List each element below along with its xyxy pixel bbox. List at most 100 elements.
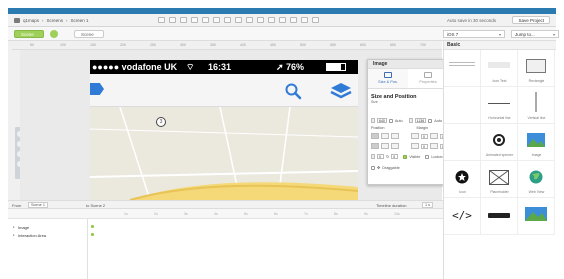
keyframe-marker[interactable]	[91, 233, 94, 236]
width-input[interactable]: 640	[377, 118, 387, 123]
app-window: q1maps › Screens › Screen 1 Auto save in…	[0, 0, 564, 279]
locked-checkbox[interactable]	[425, 154, 430, 159]
widget-blank[interactable]	[444, 124, 481, 161]
height-input[interactable]: 1136	[414, 118, 427, 123]
position-margin-labels: Position Margin	[371, 126, 428, 130]
library-title: Basic	[444, 41, 556, 50]
code-icon: </>	[452, 209, 472, 222]
scene-tab-other[interactable]: Scene 3	[74, 30, 104, 45]
properties-icon	[424, 72, 432, 78]
breadcrumb-item-screens[interactable]: Screens	[47, 18, 64, 23]
bring-front-icon[interactable]	[279, 17, 286, 23]
add-scene-button[interactable]	[50, 30, 58, 38]
align-top-icon[interactable]	[213, 17, 220, 23]
tab-properties[interactable]: Properties	[408, 69, 448, 88]
widget-icon[interactable]: Icon	[444, 161, 481, 198]
timeline-ruler: 1s 2s 3s 4s 5s 6s 7s 8s 9s 10s	[8, 209, 443, 219]
x-input[interactable]: 0	[377, 154, 384, 159]
jump-to-select[interactable]: Jump to... ▾	[511, 30, 559, 38]
align-right-button[interactable]	[391, 133, 399, 139]
map-marker-icon[interactable]: 3	[156, 117, 166, 127]
wifi-icon: ⌔	[186, 62, 195, 72]
widget-placeholder[interactable]: Placeholder	[481, 161, 518, 198]
widget-image-alt[interactable]	[518, 198, 555, 235]
visible-checkbox[interactable]	[403, 154, 408, 159]
size-position-icon	[384, 72, 392, 78]
keyframe-marker[interactable]	[91, 225, 94, 228]
search-icon[interactable]	[284, 82, 302, 100]
redo-icon[interactable]	[169, 17, 176, 23]
horizontal-line-icon	[488, 103, 510, 104]
toolbar-icons	[158, 17, 319, 23]
ruler-tick: 400	[240, 43, 246, 47]
margin-top-input[interactable]: 0	[421, 133, 428, 139]
widget-text[interactable]	[444, 50, 481, 87]
duration-input[interactable]: 1 s	[422, 202, 434, 208]
undo-icon[interactable]	[158, 17, 165, 23]
scene-tab-active[interactable]: Scene 2	[14, 30, 44, 45]
send-back-icon[interactable]	[290, 17, 297, 23]
ungroup-icon[interactable]	[268, 17, 275, 23]
align-left-button[interactable]	[371, 133, 379, 139]
widget-label: Rectangle	[528, 79, 545, 83]
from-scene-select[interactable]: Scene 1	[28, 202, 48, 208]
align-left-icon[interactable]	[180, 17, 187, 23]
draggable-checkbox[interactable]	[371, 165, 375, 170]
side-menu-tab-icon[interactable]	[90, 83, 104, 95]
align-bottom-icon[interactable]	[235, 17, 242, 23]
widget-horizontal-line[interactable]: Horizontal line	[481, 87, 518, 124]
widget-label: Horizontal line	[488, 116, 511, 120]
align-center-button[interactable]	[381, 133, 389, 139]
transform-row: 0 ↻ 0 Visible Locked	[371, 154, 444, 159]
align-center-icon[interactable]	[191, 17, 198, 23]
map-view[interactable]	[90, 107, 358, 200]
alignment-row-top: 0 0	[371, 133, 447, 139]
widget-code[interactable]: </>	[444, 198, 481, 235]
device-select[interactable]: iOS 7 ▾	[443, 30, 505, 38]
preview-icon[interactable]	[301, 17, 308, 23]
tab-size-position[interactable]: Size & Pos.	[368, 69, 408, 88]
breadcrumb-item-project[interactable]: q1maps	[23, 18, 39, 23]
layers-icon[interactable]	[330, 81, 352, 101]
timeline-tracks[interactable]	[88, 219, 443, 279]
layer-item-interaction-area[interactable]: Interaction Area	[13, 233, 46, 238]
breadcrumb-item-screen[interactable]: Screen 1	[71, 18, 89, 23]
duration-label: Timeline duration	[376, 203, 407, 208]
align-middle-icon[interactable]	[224, 17, 231, 23]
widget-label: Image	[531, 153, 542, 157]
widget-animated-spinner[interactable]: Animated spinner	[481, 124, 518, 161]
height-auto-checkbox[interactable]	[428, 118, 433, 123]
rotate-icon: ↻	[386, 155, 390, 159]
align-right-icon[interactable]	[202, 17, 209, 23]
widget-web-view[interactable]: Web View	[518, 161, 555, 198]
phone-screen[interactable]: ●●●●● vodafone UK ⌔ 16:31 ➚ 76%	[90, 60, 358, 200]
timeline-tick: 10s	[394, 212, 400, 216]
save-project-button[interactable]: Save Project	[512, 16, 550, 24]
align-bottom-button[interactable]	[391, 143, 399, 149]
rotation-input[interactable]: 0	[391, 154, 399, 159]
widget-vertical-line[interactable]: Vertical line	[518, 87, 555, 124]
map-roads	[90, 107, 358, 200]
widget-rectangle[interactable]: Rectangle	[518, 50, 555, 87]
align-middle-button[interactable]	[381, 143, 389, 149]
move-icon: ✥	[377, 166, 381, 170]
align-top-button[interactable]	[371, 143, 379, 149]
search-icon[interactable]	[312, 17, 319, 23]
vertical-line-icon	[535, 92, 537, 112]
icon-text-preview-icon	[488, 62, 510, 68]
group-icon[interactable]	[257, 17, 264, 23]
alignment-row-bottom: 0 0	[371, 143, 447, 149]
ruler-tick: 300	[180, 43, 186, 47]
ruler-tick: 100	[60, 43, 66, 47]
widget-image[interactable]: Image	[518, 124, 555, 161]
widget-label: Vertical line	[527, 116, 546, 120]
layer-item-image[interactable]: Image	[13, 225, 29, 230]
to-scene-label: to Scene 2	[86, 203, 106, 208]
distribute-icon[interactable]	[246, 17, 253, 23]
widget-blank[interactable]	[444, 87, 481, 124]
widget-icon-text[interactable]: Icon Text	[481, 50, 518, 87]
margin-bottom-input[interactable]: 0	[421, 143, 428, 149]
widget-button[interactable]	[481, 198, 518, 235]
widget-label: Icon	[459, 190, 466, 194]
width-auto-checkbox[interactable]	[388, 118, 393, 123]
